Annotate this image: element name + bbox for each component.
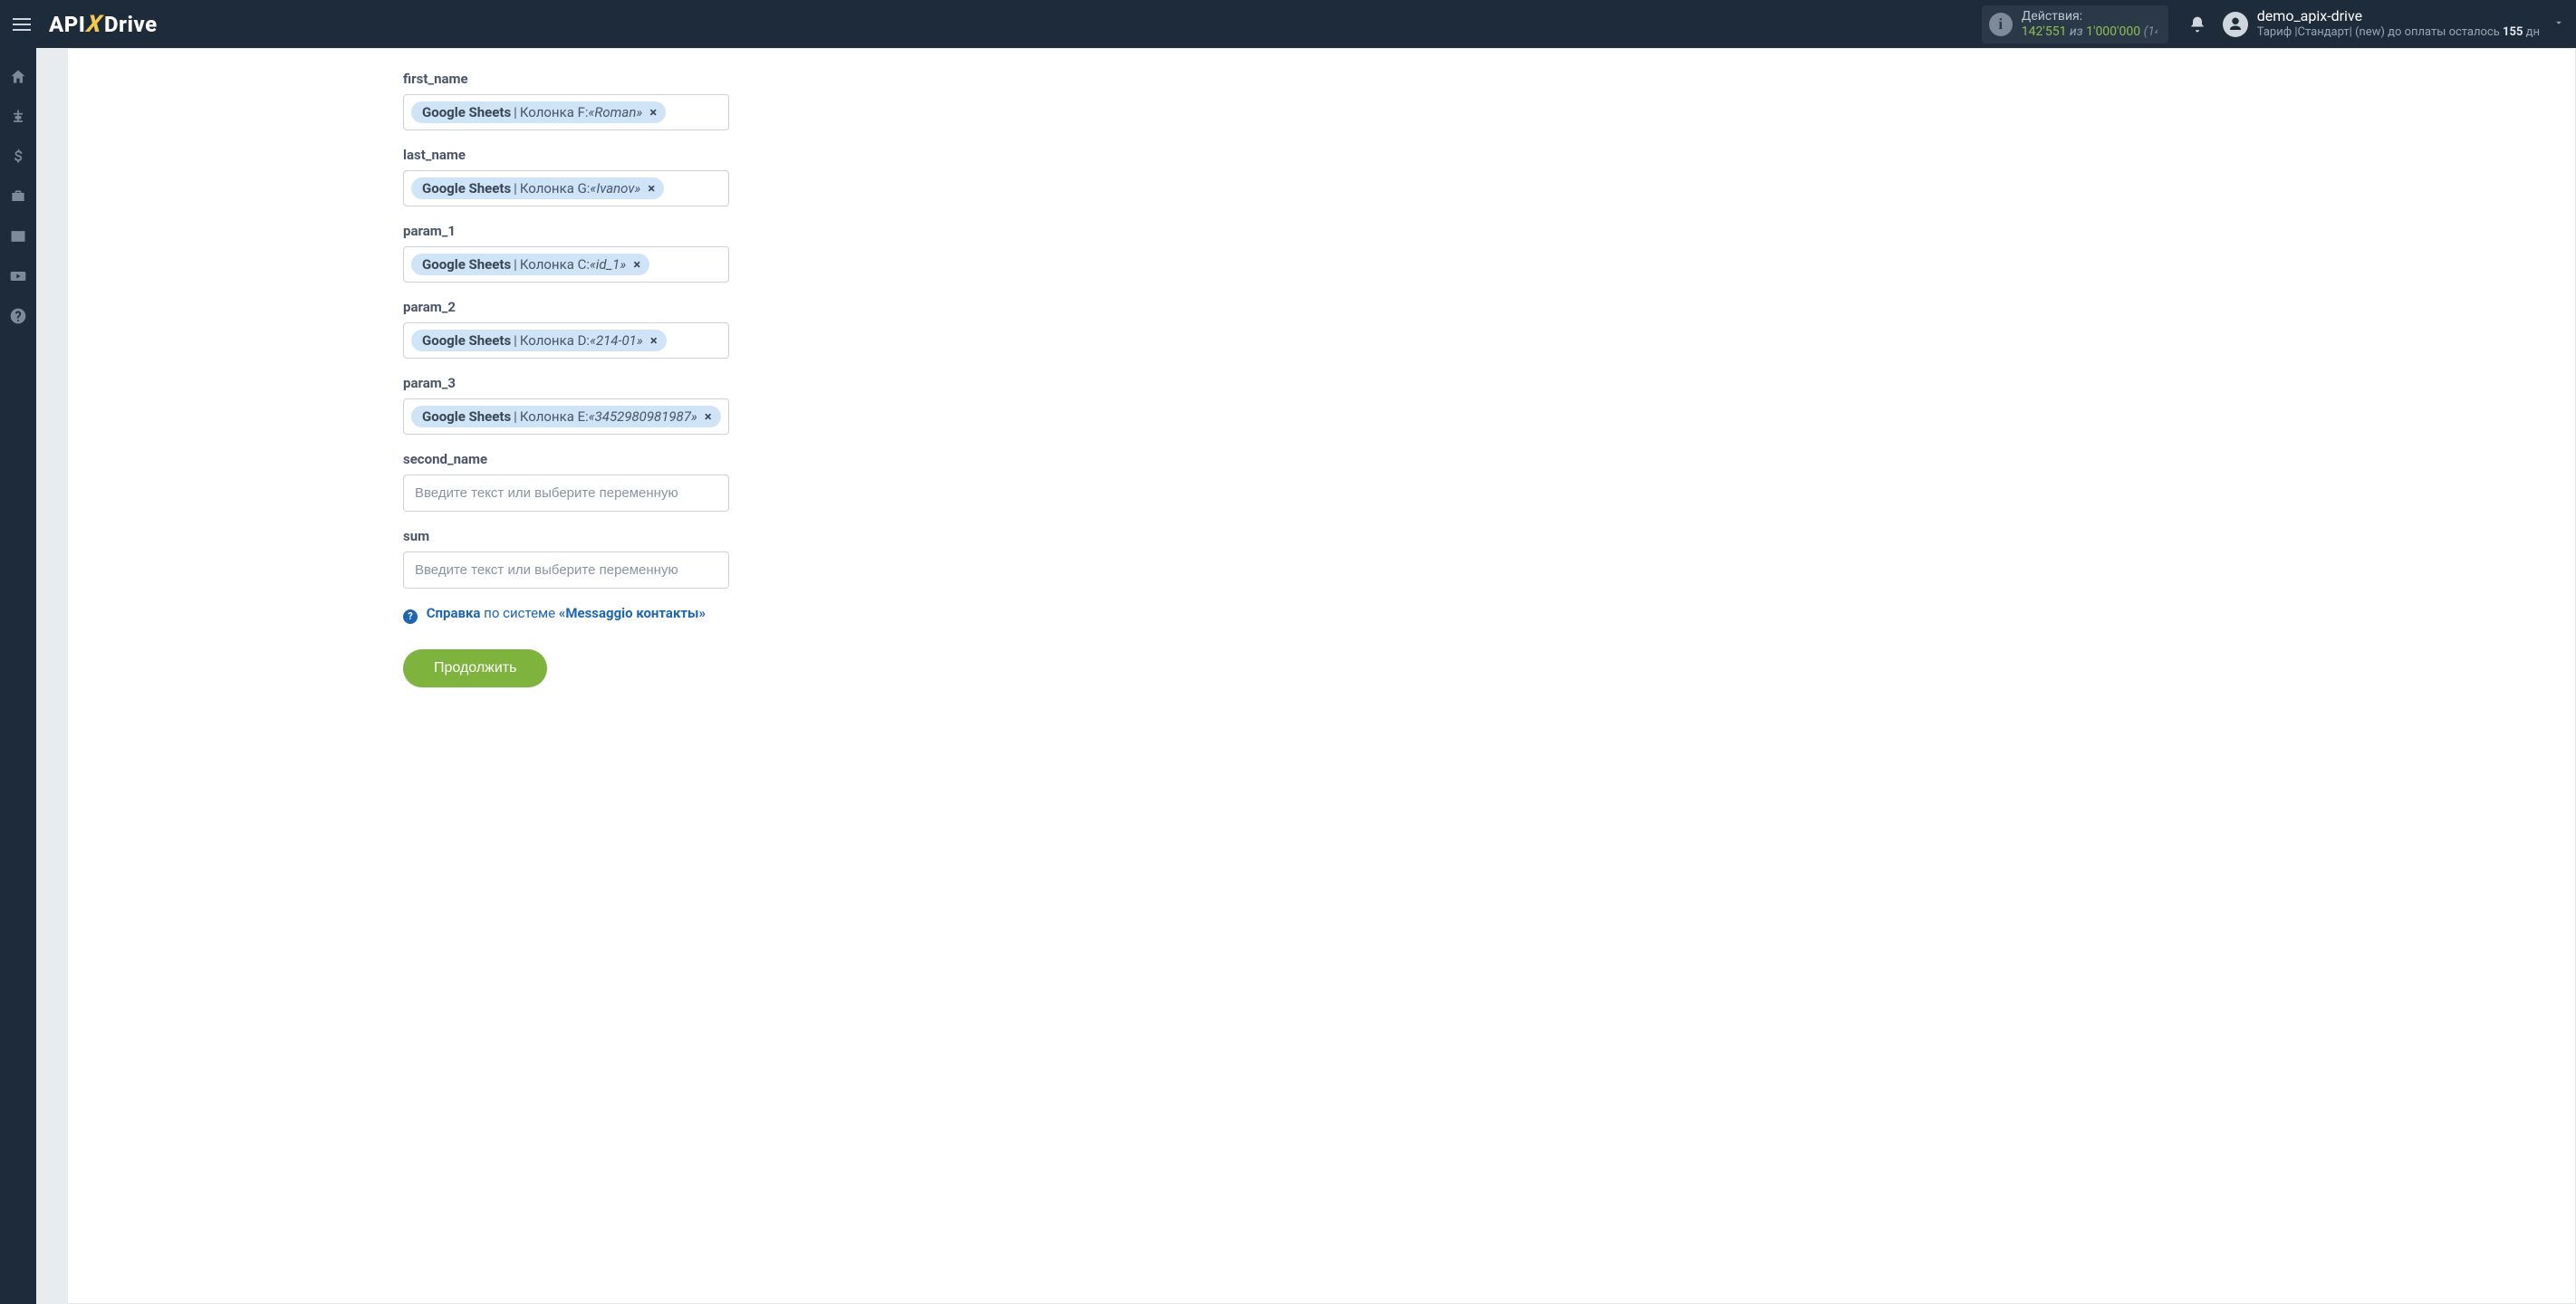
help-icon: ? [403,609,418,624]
token-separator: | [514,256,517,273]
field-input[interactable]: Google Sheets | Колонка C: «id_1» × [403,246,729,283]
token-remove-button[interactable]: × [649,332,659,349]
field-label: sum [403,528,729,544]
sidebar-item-home[interactable] [0,59,36,95]
logo[interactable]: API X Drive [49,11,158,38]
field-param_2: param_2 Google Sheets | Колонка D: «214-0… [403,299,729,359]
token-remove-button[interactable]: × [648,104,658,120]
actions-counter[interactable]: i Действия: 142'551 из 1'000'000 (14% [1982,5,2168,43]
token-value: «3452980981987» [589,408,697,425]
mapping-token: Google Sheets | Колонка G: «Ivanov» × [411,177,664,199]
field-input[interactable]: Google Sheets | Колонка D: «214-01» × [403,322,729,359]
token-column: Колонка C: [520,256,590,273]
bell-icon [2188,15,2206,34]
help-link[interactable]: Справка по системе «Messaggio контакты» [427,605,706,621]
field-sum: sum [403,528,729,589]
field-input[interactable] [403,475,729,512]
field-first_name: first_name Google Sheets | Колонка F: «Ro… [403,71,729,130]
token-separator: | [514,180,517,197]
mapping-token: Google Sheets | Колонка F: «Roman» × [411,101,666,123]
user-menu[interactable]: demo_apix-drive Тариф |Стандарт| (new) д… [2223,7,2565,40]
token-source: Google Sheets [422,256,511,273]
mapping-token: Google Sheets | Колонка C: «id_1» × [411,254,649,275]
dollar-icon [9,148,27,166]
user-tariff: Тариф |Стандарт| (new) до оплаты осталос… [2257,25,2540,40]
field-input[interactable]: Google Sheets | Колонка F: «Roman» × [403,94,729,130]
token-column: Колонка F: [520,104,589,120]
token-remove-button[interactable]: × [631,256,642,273]
notifications-button[interactable] [2179,6,2216,43]
token-source: Google Sheets [422,104,511,120]
sidebar [0,48,36,1304]
youtube-icon [9,267,27,285]
help-link-row: ? Справка по системе «Messaggio контакты… [403,605,729,624]
token-separator: | [514,332,517,349]
sidebar-item-video[interactable] [0,258,36,294]
field-label: param_2 [403,299,729,315]
sidebar-item-briefcase[interactable] [0,178,36,215]
sidebar-item-help[interactable] [0,298,36,334]
field-label: second_name [403,451,729,467]
actions-label: Действия: [2022,9,2158,24]
main-card: first_name Google Sheets | Колонка F: «Ro… [67,48,2576,1304]
logo-part-api: API [49,12,85,37]
home-icon [9,68,27,86]
token-value: «id_1» [590,256,626,273]
token-source: Google Sheets [422,180,511,197]
mapping-form: first_name Google Sheets | Колонка F: «Ro… [403,49,729,724]
token-separator: | [514,104,517,120]
mapping-token: Google Sheets | Колонка D: «214-01» × [411,330,667,351]
user-icon [2227,16,2244,33]
sidebar-item-connections[interactable] [0,99,36,135]
question-icon [9,307,27,325]
actions-usage: 142'551 из 1'000'000 (14% [2022,24,2158,40]
sidebar-item-contacts[interactable] [0,218,36,254]
token-column: Колонка G: [520,180,591,197]
continue-button[interactable]: Продолжить [403,649,547,687]
token-value: «Ivanov» [590,180,640,197]
field-input[interactable] [403,551,729,589]
mapping-token: Google Sheets | Колонка E: «345298098198… [411,406,721,427]
sidebar-item-billing[interactable] [0,139,36,175]
chevron-down-icon [2552,15,2565,33]
avatar [2223,12,2248,37]
id-card-icon [9,227,27,245]
token-remove-button[interactable]: × [646,180,657,197]
field-param_1: param_1 Google Sheets | Колонка C: «id_1»… [403,223,729,283]
field-second_name: second_name [403,451,729,512]
logo-part-x: X [85,11,104,38]
field-input[interactable]: Google Sheets | Колонка E: «345298098198… [403,398,729,435]
field-text-input[interactable] [411,557,721,583]
info-icon: i [1989,13,2013,36]
token-value: «Roman» [589,104,643,120]
briefcase-icon [9,187,27,206]
field-label: param_1 [403,223,729,239]
menu-toggle-button[interactable] [13,12,38,37]
field-label: first_name [403,71,729,87]
token-column: Колонка E: [520,408,589,425]
field-param_3: param_3 Google Sheets | Колонка E: «34529… [403,375,729,435]
token-source: Google Sheets [422,408,511,425]
field-label: last_name [403,147,729,163]
token-separator: | [514,408,517,425]
token-remove-button[interactable]: × [703,408,714,425]
field-last_name: last_name Google Sheets | Колонка G: «Iva… [403,147,729,206]
top-bar: API X Drive i Действия: 142'551 из 1'000… [0,0,2576,48]
field-input[interactable]: Google Sheets | Колонка G: «Ivanov» × [403,170,729,206]
logo-part-drive: Drive [104,12,158,37]
gutter-left [36,48,67,1304]
token-source: Google Sheets [422,332,511,349]
field-text-input[interactable] [411,480,721,506]
sitemap-icon [9,108,27,126]
user-name: demo_apix-drive [2257,7,2540,25]
token-column: Колонка D: [520,332,590,349]
field-label: param_3 [403,375,729,391]
token-value: «214-01» [590,332,643,349]
